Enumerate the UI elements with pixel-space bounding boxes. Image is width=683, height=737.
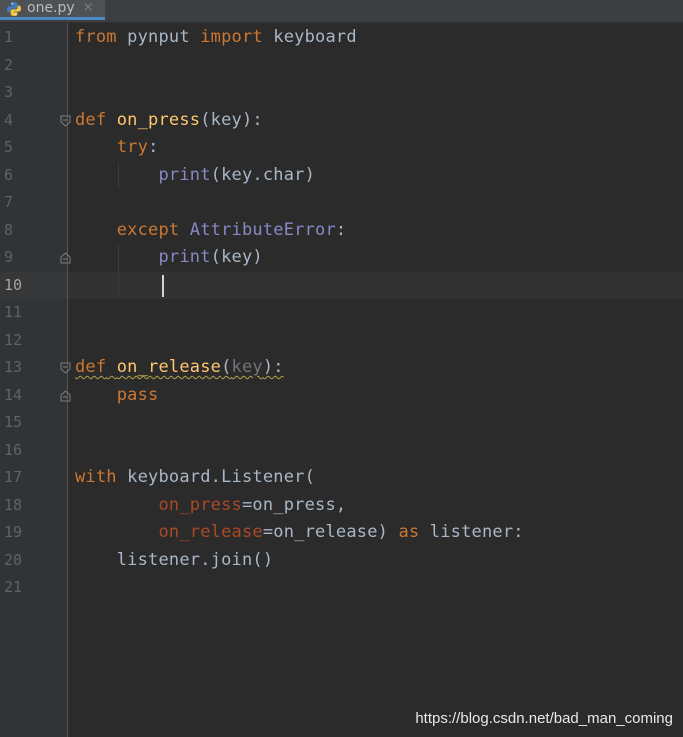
code-token: on_press (158, 494, 242, 515)
code-line: 2 (0, 52, 683, 80)
line-number: 21 (4, 578, 23, 596)
code-line: 5 try: (0, 134, 683, 162)
code-line: 21 (0, 574, 683, 602)
line-number: 14 (4, 385, 23, 404)
code-token: def (75, 109, 107, 130)
code-token: print (158, 164, 211, 185)
fold-collapse-icon[interactable] (60, 115, 71, 127)
watermark-text: https://blog.csdn.net/bad_man_coming (415, 710, 673, 727)
code-token: (key) (210, 247, 263, 267)
code-line: 1 from pynput import keyboard (0, 24, 683, 52)
code-token: keyboard (262, 27, 357, 47)
code-token: pass (116, 384, 159, 405)
code-token: key (210, 109, 242, 130)
indent-guide (118, 271, 119, 299)
code-token: import (200, 27, 263, 47)
code-token: from (75, 27, 117, 47)
code-line: 4 def on_press(key): (0, 107, 683, 135)
code-line: 18 on_press=on_press, (0, 492, 683, 520)
code-editor[interactable]: 1 from pynput import keyboard 2 3 4 def … (0, 24, 683, 602)
line-number: 20 (4, 550, 23, 569)
line-number: 1 (4, 28, 14, 46)
code-token: listener: (419, 522, 524, 542)
fold-end-icon[interactable] (60, 389, 71, 402)
code-line: 15 (0, 409, 683, 437)
fold-end-icon[interactable] (60, 252, 71, 264)
code-token: key (231, 357, 263, 377)
code-line: 17 with keyboard.Listener( (0, 464, 683, 492)
line-number: 10 (4, 275, 23, 294)
line-number: 19 (4, 523, 23, 541)
line-number: 16 (4, 440, 23, 459)
line-number: 11 (4, 303, 23, 321)
line-number: 7 (4, 193, 14, 211)
code-token: AttributeError (189, 219, 336, 240)
line-number: 3 (4, 83, 14, 101)
fold-collapse-icon[interactable] (60, 362, 71, 374)
code-token: on_release (116, 357, 222, 377)
code-token: def (75, 357, 107, 377)
code-line: 19 on_release=on_release) as listener: (0, 519, 683, 547)
tab-filename: one.py (27, 0, 75, 16)
code-line: 13 def on_release(key): (0, 354, 683, 382)
code-token: with (75, 467, 117, 487)
line-number: 2 (4, 55, 14, 74)
current-line-highlight (68, 271, 683, 299)
code-token: pynput (116, 27, 201, 47)
code-token: try (116, 137, 149, 157)
code-line: 11 (0, 299, 683, 327)
code-token: (key.char) (210, 164, 316, 185)
weak-warning-underline[interactable]: def on_release(key): (75, 354, 284, 382)
code-line-current: 10 (0, 271, 683, 299)
line-number: 8 (4, 220, 14, 239)
line-number: 13 (4, 358, 23, 376)
tab-one-py[interactable]: one.py × (0, 0, 105, 20)
code-token: on_press (116, 109, 201, 130)
code-line: 9 print(key) (0, 244, 683, 272)
code-token: print (158, 247, 211, 267)
code-line: 6 print(key.char) (0, 161, 683, 189)
code-token: on_release (158, 522, 263, 542)
editor-tab-bar: one.py × (0, 0, 683, 23)
code-line: 20 listener.join() (0, 547, 683, 575)
python-file-icon (7, 1, 21, 16)
line-number: 12 (4, 330, 23, 349)
code-line: 14 pass (0, 382, 683, 410)
text-caret (162, 274, 164, 297)
code-token: keyboard.Listener( (116, 467, 316, 487)
line-number: 15 (4, 413, 23, 431)
line-number: 4 (4, 110, 14, 129)
code-line: 8 except AttributeError: (0, 217, 683, 245)
line-number: 5 (4, 138, 14, 156)
code-line: 3 (0, 79, 683, 107)
line-number: 17 (4, 468, 23, 486)
code-token: =on_press, (241, 494, 347, 515)
code-token: except (116, 219, 180, 240)
close-icon[interactable]: × (83, 0, 94, 15)
code-line: 12 (0, 327, 683, 355)
line-number: 9 (4, 248, 14, 266)
code-token: =on_release) (262, 522, 399, 542)
line-number: 18 (4, 495, 23, 514)
code-token: listener.join() (116, 549, 274, 570)
code-line: 7 (0, 189, 683, 217)
code-token: as (398, 522, 420, 542)
line-number: 6 (4, 165, 14, 184)
code-line: 16 (0, 437, 683, 465)
